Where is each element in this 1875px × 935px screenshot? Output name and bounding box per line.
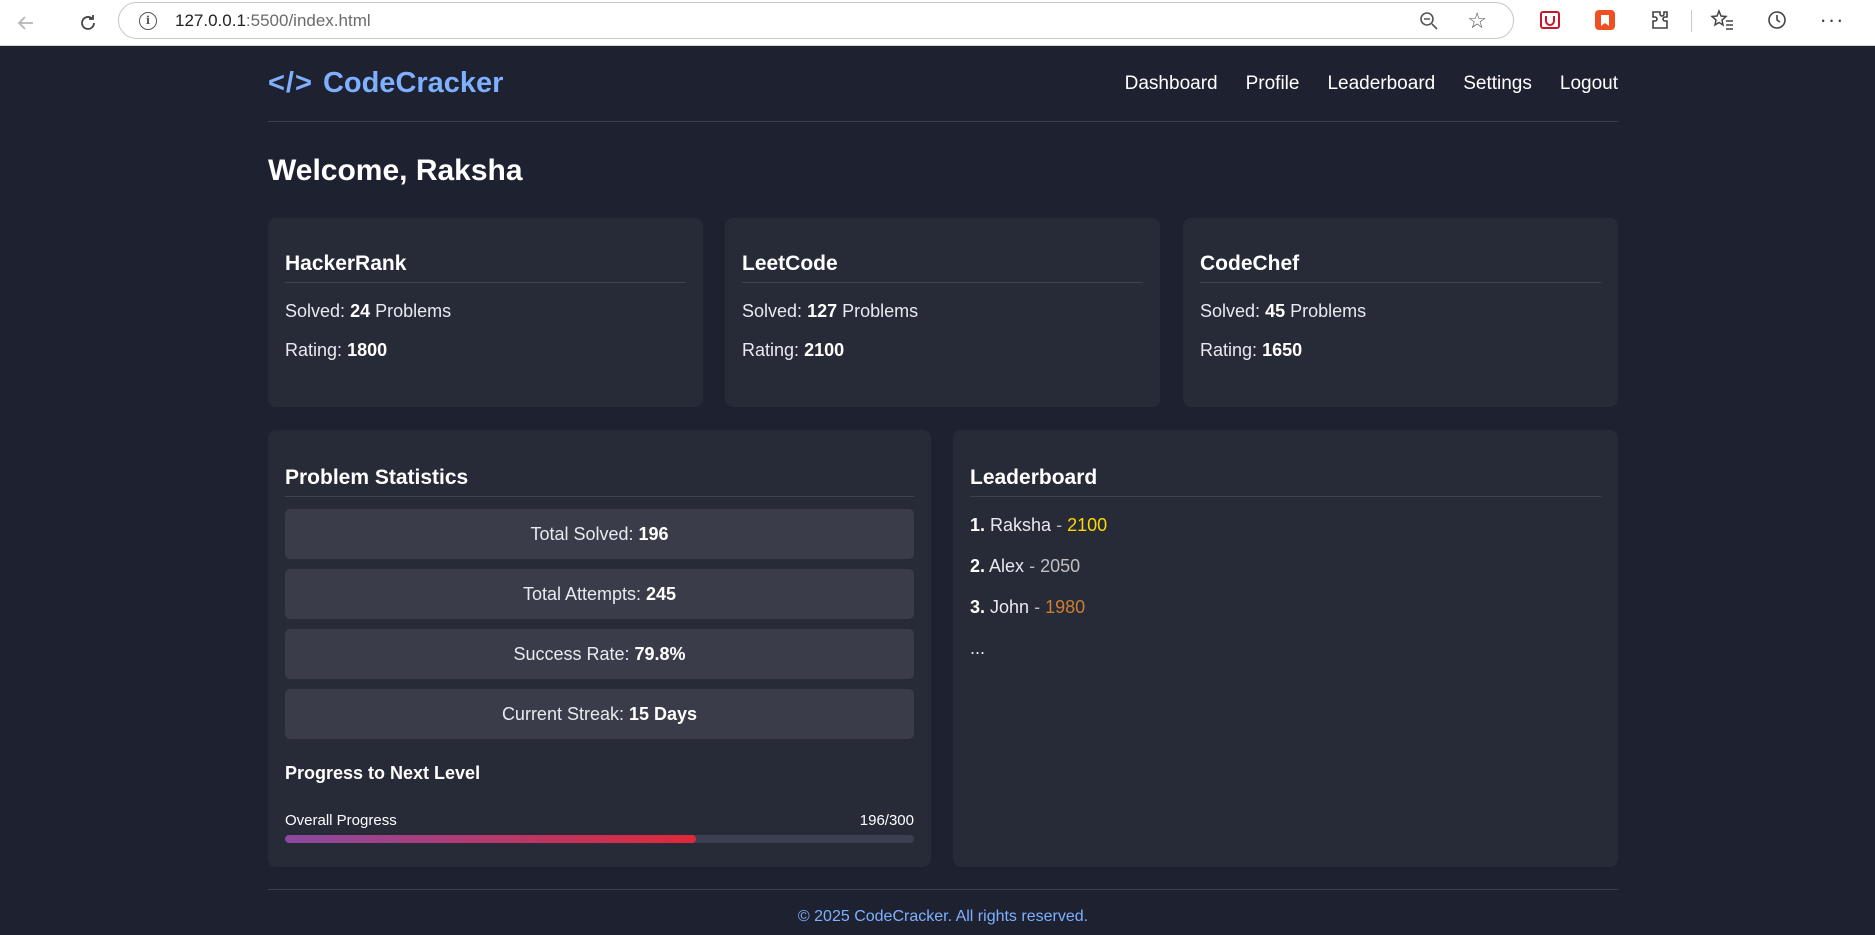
address-bar[interactable]: i 127.0.0.1:5500/index.html ☆ (118, 2, 1514, 39)
nav-settings[interactable]: Settings (1463, 73, 1532, 95)
zoom-out-icon[interactable] (1419, 11, 1439, 36)
platform-name: HackerRank (285, 252, 686, 283)
progress-bar (285, 835, 914, 843)
welcome-heading: Welcome, Raksha (268, 154, 523, 187)
url-path: :5500/index.html (245, 10, 371, 30)
solved-count: 127 (807, 301, 838, 321)
main-nav: Dashboard Profile Leaderboard Settings L… (1125, 73, 1618, 95)
rating-line: Rating: 2100 (742, 340, 845, 360)
reload-icon (81, 14, 95, 30)
solved-line: Solved: 45 Problems (1200, 301, 1367, 321)
extensions-puzzle-icon[interactable] (1648, 8, 1672, 32)
platform-name: CodeChef (1200, 252, 1601, 283)
back-button[interactable] (6, 3, 46, 43)
progress-label: Overall Progress (285, 812, 397, 829)
back-arrow-icon (17, 15, 33, 30)
progress-bar-fill (285, 835, 696, 843)
nav-profile[interactable]: Profile (1246, 73, 1300, 95)
toolbar-separator (1691, 10, 1692, 32)
leaderboard-entry: 3. John - 1980 (970, 597, 1086, 617)
rating-value: 1800 (347, 340, 388, 360)
stat-total-attempts: Total Attempts: 245 (285, 569, 914, 619)
code-icon: </> (268, 67, 313, 99)
progress-count: 196/300 (859, 812, 914, 829)
stats-title: Problem Statistics (285, 466, 914, 497)
solved-line: Solved: 24 Problems (285, 301, 452, 321)
footer: © 2025 CodeCracker. All rights reserved. (268, 889, 1618, 926)
solved-count: 24 (350, 301, 371, 321)
rating-value: 1650 (1262, 340, 1303, 360)
more-menu-icon[interactable]: ··· (1820, 7, 1844, 32)
copyright-text: © 2025 CodeCracker. All rights reserved. (797, 908, 1089, 925)
rating-line: Rating: 1650 (1200, 340, 1303, 360)
leaderboard-entry: 1. Raksha - 2100 (970, 515, 1108, 535)
page: </> CodeCracker Dashboard Profile Leader… (0, 46, 1875, 935)
browser-toolbar: i 127.0.0.1:5500/index.html ☆ ··· (0, 0, 1875, 46)
leaderboard-title: Leaderboard (970, 466, 1601, 497)
favorite-star-icon[interactable]: ☆ (1467, 8, 1487, 34)
platform-card-hackerrank: HackerRank Solved: 24 Problems Rating: 1… (268, 218, 703, 407)
nav-leaderboard[interactable]: Leaderboard (1327, 73, 1435, 95)
leaderboard-more: ... (970, 638, 986, 658)
extension-shield-icon[interactable] (1538, 8, 1562, 32)
progress-title: Progress to Next Level (285, 763, 481, 783)
stat-success-rate: Success Rate: 79.8% (285, 629, 914, 679)
stat-total-solved: Total Solved: 196 (285, 509, 914, 559)
history-icon[interactable] (1765, 8, 1789, 32)
extension-bookmark-icon[interactable] (1593, 8, 1617, 32)
rating-value: 2100 (804, 340, 845, 360)
site-header: </> CodeCracker Dashboard Profile Leader… (268, 46, 1618, 122)
leaderboard-entry: 2. Alex - 2050 (970, 556, 1081, 576)
leaderboard-card: Leaderboard 1. Raksha - 2100 2. Alex - 2… (953, 430, 1618, 867)
stat-current-streak: Current Streak: 15 Days (285, 689, 914, 739)
platform-name: LeetCode (742, 252, 1143, 283)
url-host: 127.0.0.1 (175, 10, 246, 30)
platform-card-codechef: CodeChef Solved: 45 Problems Rating: 165… (1183, 218, 1618, 407)
problem-statistics-card: Problem Statistics Total Solved: 196 Tota… (268, 430, 931, 867)
solved-line: Solved: 127 Problems (742, 301, 919, 321)
platform-card-leetcode: LeetCode Solved: 127 Problems Rating: 21… (725, 218, 1160, 407)
favorites-icon[interactable] (1710, 8, 1734, 32)
url-text: 127.0.0.1:5500/index.html (175, 11, 371, 31)
reload-button[interactable] (68, 3, 108, 43)
rating-line: Rating: 1800 (285, 340, 388, 360)
logo[interactable]: </> CodeCracker (268, 67, 503, 100)
solved-count: 45 (1265, 301, 1286, 321)
logo-text: CodeCracker (322, 67, 504, 99)
nav-logout[interactable]: Logout (1560, 73, 1618, 95)
site-info-icon[interactable]: i (139, 11, 157, 30)
nav-dashboard[interactable]: Dashboard (1125, 73, 1218, 95)
progress-labels: Overall Progress 196/300 (285, 812, 914, 829)
